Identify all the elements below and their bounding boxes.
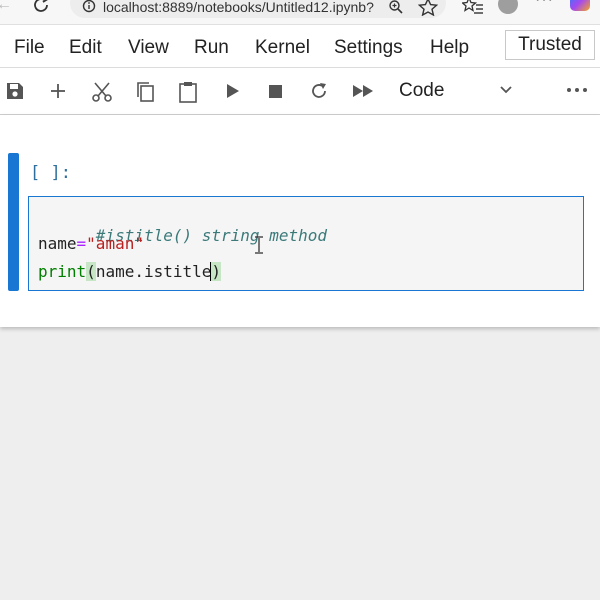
code-builtin: print [38,262,87,281]
copy-icon[interactable] [135,81,155,102]
code-open-bracket: ( [86,262,96,281]
copilot-icon[interactable] [570,0,590,11]
menubar: File Edit View Run Kernel Settings Help … [0,25,600,68]
menu-edit[interactable]: Edit [69,37,102,59]
site-info-icon[interactable] [82,0,96,18]
zoom-icon[interactable] [388,0,404,20]
url-text[interactable]: localhost:8889/notebooks/Untitled12.ipyn… [103,0,374,15]
refresh-icon[interactable] [30,0,52,21]
browser-toolbar: ← localhost:8889/notebooks/Untitled12.ip… [0,0,600,25]
favorite-star-icon[interactable] [417,0,439,21]
code-editor[interactable]: #istitle() string method name="aman" pri… [28,196,584,291]
menu-view[interactable]: View [128,37,169,59]
address-bar[interactable]: localhost:8889/notebooks/Untitled12.ipyn… [70,0,446,18]
run-icon[interactable] [225,81,245,101]
stop-icon[interactable] [268,81,288,101]
cell-prompt: [ ]: [30,163,71,183]
menu-kernel[interactable]: Kernel [255,37,310,59]
code-operator: = [76,234,87,253]
notebook-panel: [ ]: #istitle() string method name="aman… [0,115,600,327]
run-all-icon[interactable] [352,81,373,101]
menu-settings[interactable]: Settings [334,37,403,59]
favorites-list-icon[interactable] [460,0,484,22]
active-cell-indicator [8,153,19,291]
toolbar-more-icon[interactable] [566,82,588,103]
profile-avatar[interactable] [498,0,518,14]
menu-file[interactable]: File [14,37,45,59]
save-icon[interactable] [5,81,25,101]
menu-help[interactable]: Help [430,37,469,59]
code-variable: name [38,234,77,253]
cell-type-select[interactable]: Code [399,80,444,102]
trusted-badge[interactable]: Trusted [505,30,595,60]
ibeam-cursor-icon [254,236,264,259]
code-line-3[interactable]: print(name.istitle) [38,262,222,281]
back-arrow-icon[interactable]: ← [0,0,12,14]
restart-icon[interactable] [309,81,329,101]
notebook-toolbar: Code [0,68,600,115]
code-string: "aman" [86,234,144,253]
code-expression: name.istitle [95,262,212,281]
add-cell-icon[interactable] [48,81,68,101]
code-close-bracket: ) [211,262,222,281]
chevron-down-icon[interactable] [498,82,514,103]
browser-more-icon[interactable]: ··· [535,0,554,9]
paste-icon[interactable] [178,81,198,103]
cut-icon[interactable] [91,81,112,102]
menu-run[interactable]: Run [194,37,229,59]
code-line-2[interactable]: name="aman" [38,234,144,253]
